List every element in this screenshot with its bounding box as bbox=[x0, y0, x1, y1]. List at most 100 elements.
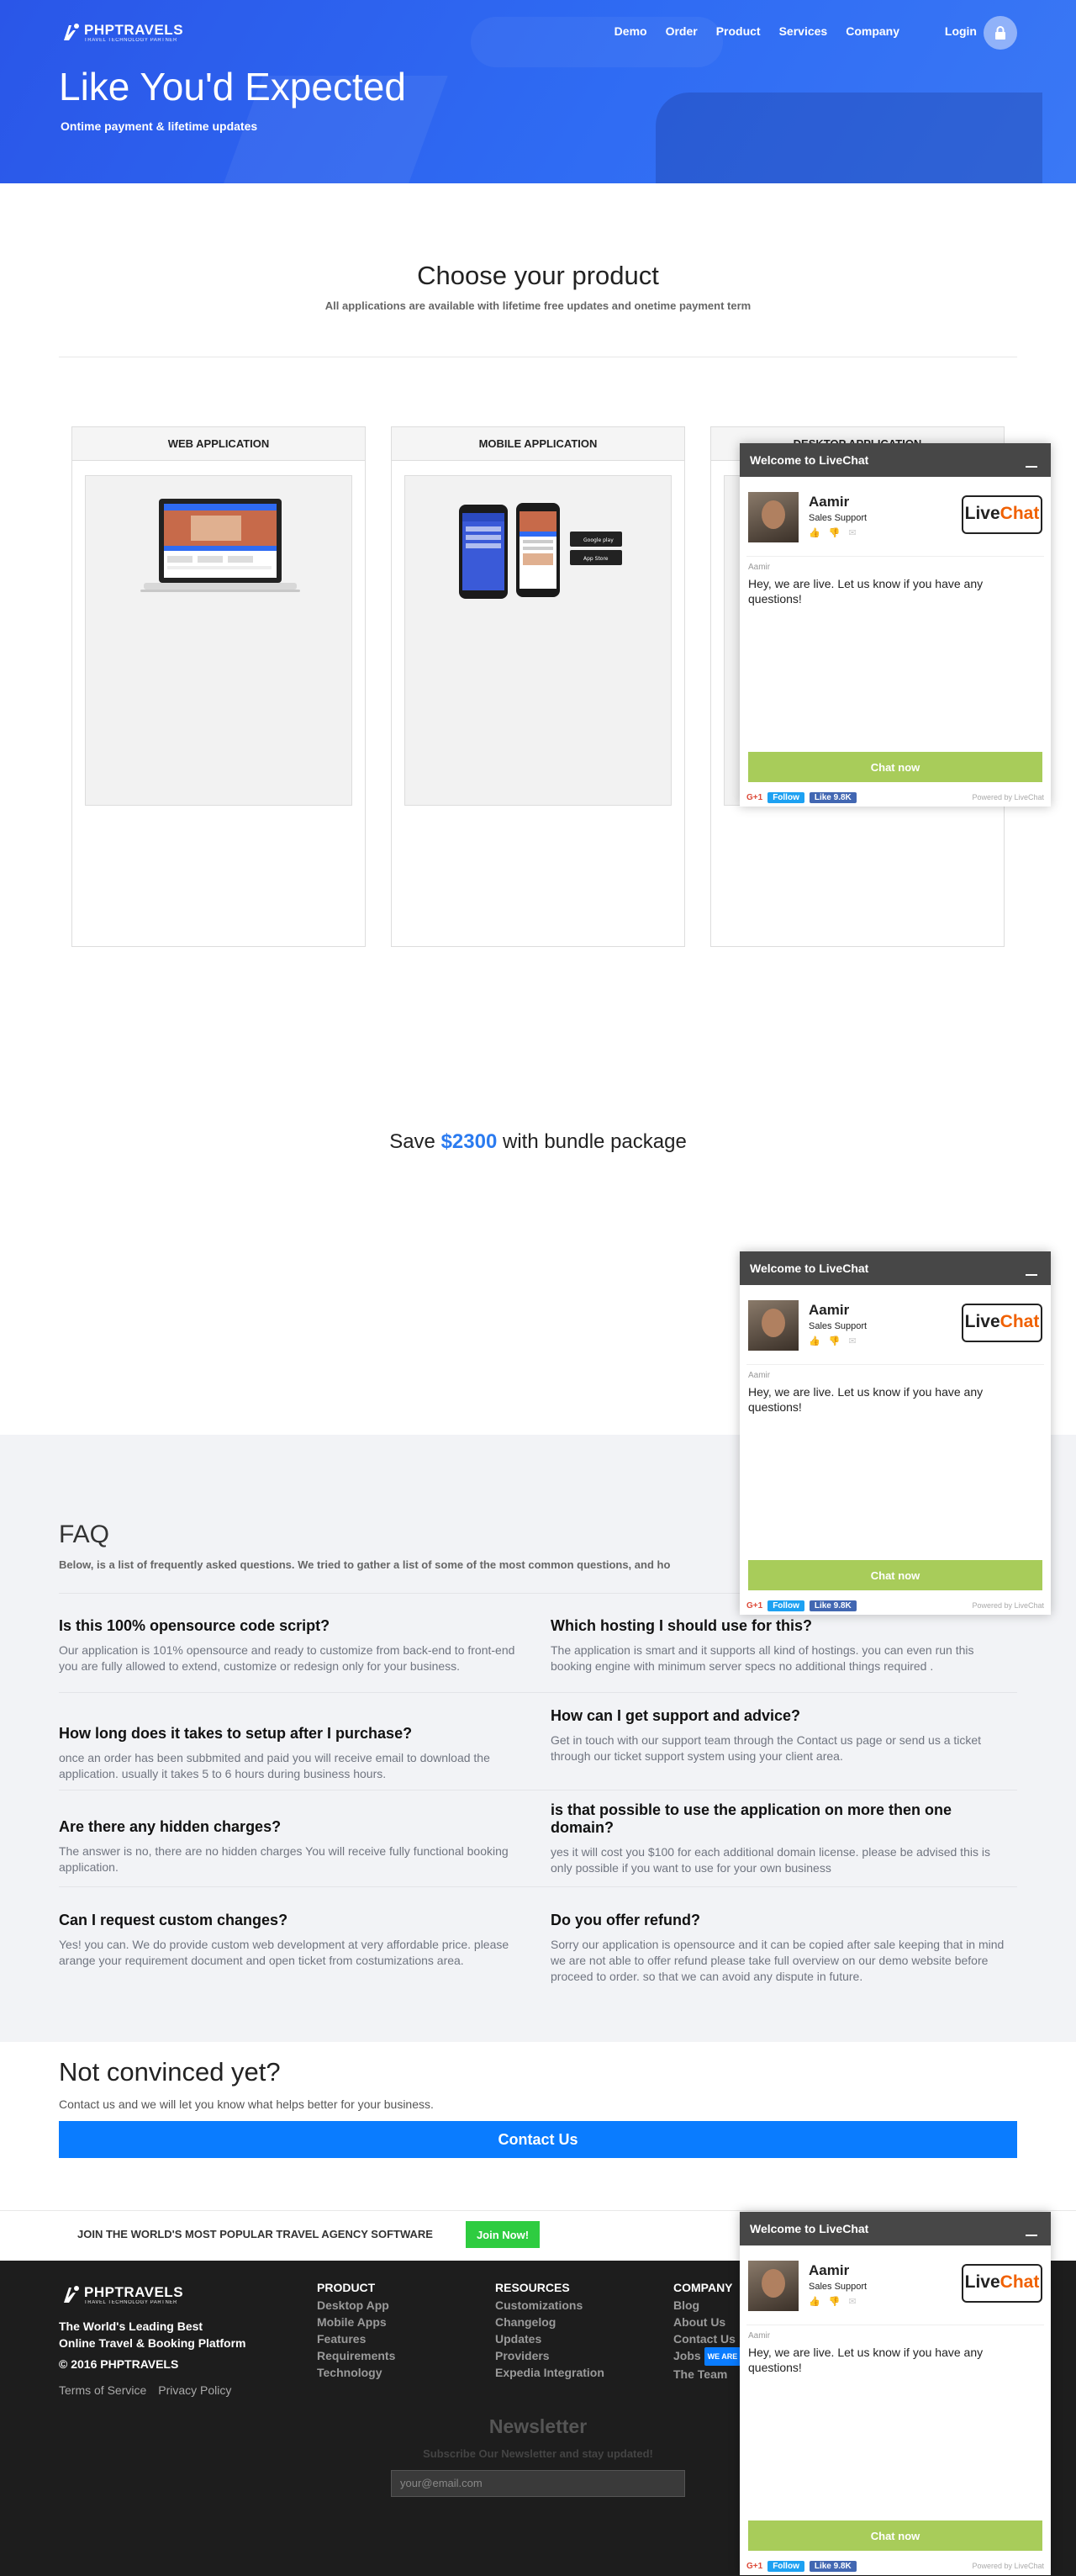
footer-link[interactable]: About Us bbox=[673, 2314, 741, 2330]
twitter-follow-button[interactable]: Follow bbox=[767, 791, 804, 803]
bundle-offer: Save $2300 with bundle package bbox=[0, 1130, 1076, 1154]
nav-company[interactable]: Company bbox=[846, 24, 899, 38]
faq-item: How can I get support and advice? Get in… bbox=[551, 1707, 1009, 1764]
footer-link[interactable]: Providers bbox=[495, 2347, 604, 2364]
rating-icons[interactable]: 👍👎✉ bbox=[809, 527, 865, 538]
minimize-icon[interactable] bbox=[1026, 466, 1037, 468]
chat-now-button[interactable]: Chat now bbox=[748, 2520, 1042, 2551]
footer-column-title: RESOURCES bbox=[495, 2281, 570, 2294]
footer-link[interactable]: Contact Us bbox=[673, 2330, 741, 2347]
logo-text: PHPTRAVELS bbox=[84, 2283, 184, 2300]
lock-icon bbox=[995, 26, 1005, 40]
gplus-button[interactable]: G+1 bbox=[746, 793, 762, 802]
nav-demo[interactable]: Demo bbox=[614, 24, 647, 38]
livechat-widget[interactable]: Welcome to LiveChat Aamir Sales Support … bbox=[740, 1251, 1051, 1615]
footer-link-jobs[interactable]: Jobs WE ARE bbox=[673, 2347, 741, 2367]
nav-order[interactable]: Order bbox=[666, 24, 698, 38]
footer-link[interactable]: Mobile Apps bbox=[317, 2314, 395, 2330]
livechat-header[interactable]: Welcome to LiveChat bbox=[740, 443, 1051, 477]
footer-link[interactable]: Changelog bbox=[495, 2314, 604, 2330]
minimize-icon[interactable] bbox=[1026, 2235, 1037, 2236]
livechat-logo-live: Live bbox=[964, 2272, 1000, 2292]
faq-question: Which hosting I should use for this? bbox=[551, 1617, 812, 1634]
main-nav: Demo Order Product Services Company bbox=[614, 24, 899, 38]
faq-title: FAQ bbox=[59, 1521, 110, 1548]
chat-message: Hey, we are live. Let us know if you hav… bbox=[748, 577, 984, 606]
footer-link[interactable]: Features bbox=[317, 2330, 395, 2347]
bundle-prefix: Save bbox=[389, 1130, 435, 1153]
facebook-like-button[interactable]: Like 9.8K bbox=[809, 2560, 857, 2572]
footer-column-resources: RESOURCES Customizations Changelog Updat… bbox=[495, 2281, 604, 2381]
livechat-widget[interactable]: Welcome to LiveChat Aamir Sales Support … bbox=[740, 2212, 1051, 2575]
livechat-footer: G+1 Follow Like 9.8K Powered by LiveChat bbox=[746, 1599, 1044, 1612]
powered-by[interactable]: Powered by LiveChat bbox=[972, 2562, 1044, 2570]
footer-legal-links: Terms of Service Privacy Policy bbox=[59, 2383, 231, 2397]
card-title: WEB APPLICATION bbox=[72, 427, 365, 461]
faq-answer: Sorry our application is opensource and … bbox=[551, 1938, 1005, 1983]
twitter-follow-button[interactable]: Follow bbox=[767, 1600, 804, 1611]
facebook-like-button[interactable]: Like 9.8K bbox=[809, 791, 857, 803]
footer-link[interactable]: Blog bbox=[673, 2297, 741, 2314]
agent-name: Aamir bbox=[809, 494, 850, 510]
hero-title: Like You'd Expected bbox=[59, 65, 406, 108]
nav-product[interactable]: Product bbox=[716, 24, 761, 38]
minimize-icon[interactable] bbox=[1026, 1274, 1037, 1276]
message-sender: Aamir bbox=[748, 1371, 771, 1380]
card-title: MOBILE APPLICATION bbox=[392, 427, 684, 461]
rating-icons[interactable]: 👍👎✉ bbox=[809, 1336, 865, 1346]
footer-link[interactable]: Desktop App bbox=[317, 2297, 395, 2314]
faq-answer: Yes! you can. We do provide custom web d… bbox=[59, 1938, 509, 1967]
footer-link[interactable]: Requirements bbox=[317, 2347, 395, 2364]
message-sender: Aamir bbox=[748, 563, 771, 572]
footer-logo[interactable]: PHPTRAVELS TRAVEL TECHNOLOGY PARTNER bbox=[61, 2284, 183, 2306]
web-app-image bbox=[85, 475, 352, 806]
livechat-header[interactable]: Welcome to LiveChat bbox=[740, 2212, 1051, 2245]
agent-role: Sales Support bbox=[809, 513, 868, 523]
product-card-web[interactable]: WEB APPLICATION bbox=[71, 426, 366, 947]
livechat-footer: G+1 Follow Like 9.8K Powered by LiveChat bbox=[746, 791, 1044, 804]
facebook-like-button[interactable]: Like 9.8K bbox=[809, 1600, 857, 1611]
header-logo[interactable]: PHPTRAVELS TRAVEL TECHNOLOGY PARTNER bbox=[61, 22, 183, 44]
faq-answer: The answer is no, there are no hidden ch… bbox=[59, 1844, 509, 1874]
twitter-follow-button[interactable]: Follow bbox=[767, 2560, 804, 2572]
powered-by[interactable]: Powered by LiveChat bbox=[972, 1601, 1044, 1610]
product-card-mobile[interactable]: MOBILE APPLICATION Google play App Store bbox=[391, 426, 685, 947]
livechat-widget[interactable]: Welcome to LiveChat Aamir Sales Support … bbox=[740, 443, 1051, 807]
footer-link: Jobs bbox=[673, 2349, 701, 2362]
login-link[interactable]: Login bbox=[945, 24, 977, 38]
privacy-link[interactable]: Privacy Policy bbox=[158, 2383, 231, 2397]
hiring-badge: WE ARE bbox=[704, 2347, 741, 2367]
chat-now-button[interactable]: Chat now bbox=[748, 752, 1042, 782]
laptop-illustration bbox=[140, 499, 300, 592]
livechat-header[interactable]: Welcome to LiveChat bbox=[740, 1251, 1051, 1285]
nav-services[interactable]: Services bbox=[779, 24, 828, 38]
newsletter-email-input[interactable]: your@email.com bbox=[391, 2470, 685, 2497]
footer-link[interactable]: The Team bbox=[673, 2366, 741, 2383]
terms-link[interactable]: Terms of Service bbox=[59, 2383, 146, 2397]
footer-tagline: The World's Leading Best Online Travel &… bbox=[59, 2318, 245, 2351]
gplus-button[interactable]: G+1 bbox=[746, 1601, 762, 1611]
footer-link[interactable]: Updates bbox=[495, 2330, 604, 2347]
join-now-button[interactable]: Join Now! bbox=[466, 2221, 540, 2248]
footer-link[interactable]: Customizations bbox=[495, 2297, 604, 2314]
products-title: Choose your product bbox=[417, 261, 659, 290]
livechat-logo-chat: Chat bbox=[1000, 504, 1040, 523]
footer-link[interactable]: Expedia Integration bbox=[495, 2364, 604, 2381]
login-button[interactable] bbox=[984, 16, 1017, 50]
footer-link[interactable]: Technology bbox=[317, 2364, 395, 2381]
agent-role: Sales Support bbox=[809, 1321, 868, 1331]
contact-us-button[interactable]: Contact Us bbox=[59, 2121, 1017, 2158]
not-convinced-subtitle: Contact us and we will let you know what… bbox=[59, 2097, 434, 2111]
faq-item: is that possible to use the application … bbox=[551, 1801, 1009, 1876]
rating-icons[interactable]: 👍👎✉ bbox=[809, 2296, 865, 2307]
gplus-button[interactable]: G+1 bbox=[746, 2562, 762, 2571]
agent-avatar bbox=[748, 2261, 799, 2311]
faq-item: Are there any hidden charges? The answer… bbox=[59, 1818, 517, 1875]
message-sender: Aamir bbox=[748, 2331, 771, 2341]
bundle-suffix: with bundle package bbox=[502, 1130, 687, 1153]
logo-icon bbox=[64, 2286, 79, 2303]
products-subtitle: All applications are available with life… bbox=[324, 299, 752, 312]
powered-by[interactable]: Powered by LiveChat bbox=[972, 793, 1044, 801]
chat-now-button[interactable]: Chat now bbox=[748, 1560, 1042, 1590]
faq-item: Which hosting I should use for this? The… bbox=[551, 1617, 1009, 1674]
